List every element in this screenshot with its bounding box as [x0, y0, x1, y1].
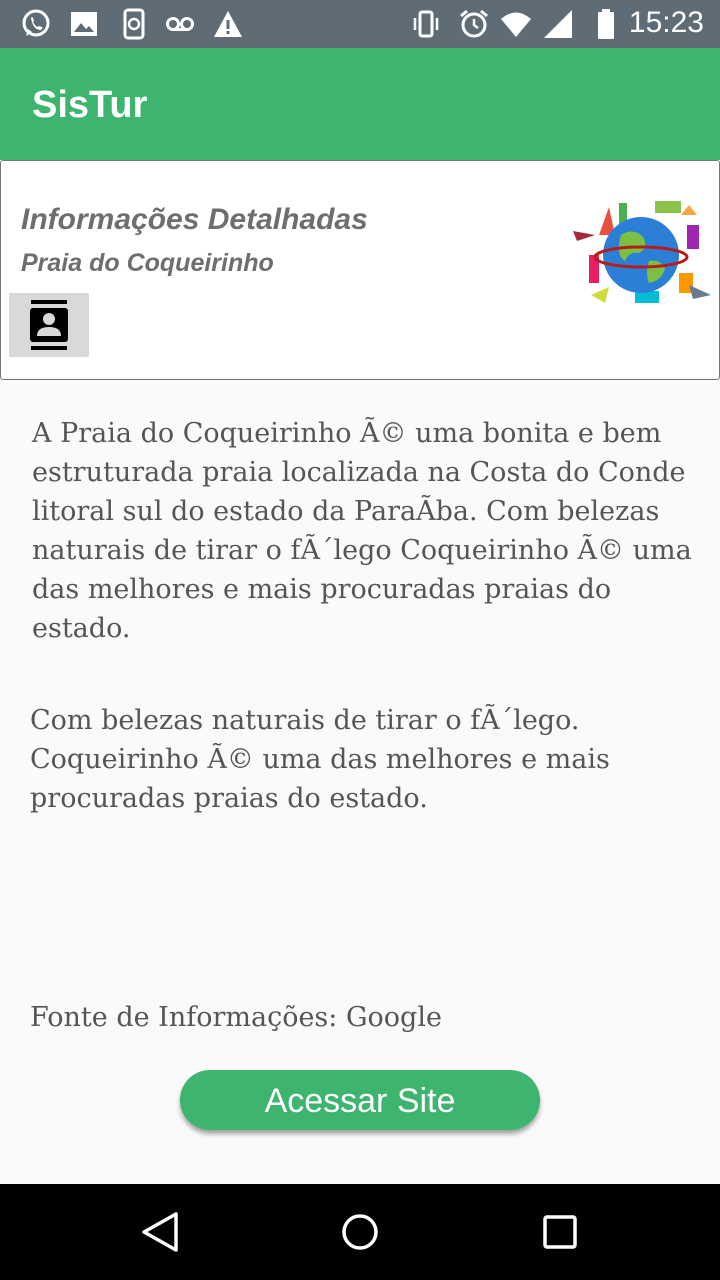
battery-icon: [598, 9, 614, 39]
vibrate-icon: [413, 10, 439, 38]
contacts-icon: [30, 300, 68, 350]
alarm-icon: [460, 9, 488, 38]
card-title: Informações Detalhadas: [21, 203, 368, 236]
contact-button[interactable]: [9, 293, 89, 357]
voicemail-icon: [166, 17, 194, 31]
status-bar: 15:23: [0, 0, 720, 48]
globe-travel-icon: [573, 201, 711, 303]
back-icon[interactable]: [136, 1208, 184, 1256]
clock: 15:23: [628, 6, 704, 39]
app-title: SisTur: [32, 84, 148, 126]
access-site-button[interactable]: Acessar Site: [180, 1070, 540, 1130]
summary-paragraph: Com belezas naturais de tirar o fÃ´lego.…: [30, 705, 610, 814]
navigation-bar: [0, 1184, 720, 1280]
recents-icon[interactable]: [536, 1208, 584, 1256]
wifi-icon: [501, 12, 531, 37]
image-icon: [71, 12, 97, 36]
signal-icon: [544, 10, 572, 38]
card-subtitle: Praia do Coqueirinho: [21, 249, 274, 277]
phone-sync-icon: [123, 8, 145, 40]
app-bar: SisTur: [0, 48, 720, 160]
home-icon[interactable]: [336, 1208, 384, 1256]
details-card: Informações Detalhadas Praia do Coqueiri…: [0, 160, 720, 380]
description-paragraph: A Praia do Coqueirinho Ã© uma bonita e b…: [32, 418, 692, 644]
warning-icon: [214, 11, 242, 37]
source-text: Fonte de Informações: Google: [30, 1002, 442, 1033]
whatsapp-icon: [22, 9, 50, 37]
